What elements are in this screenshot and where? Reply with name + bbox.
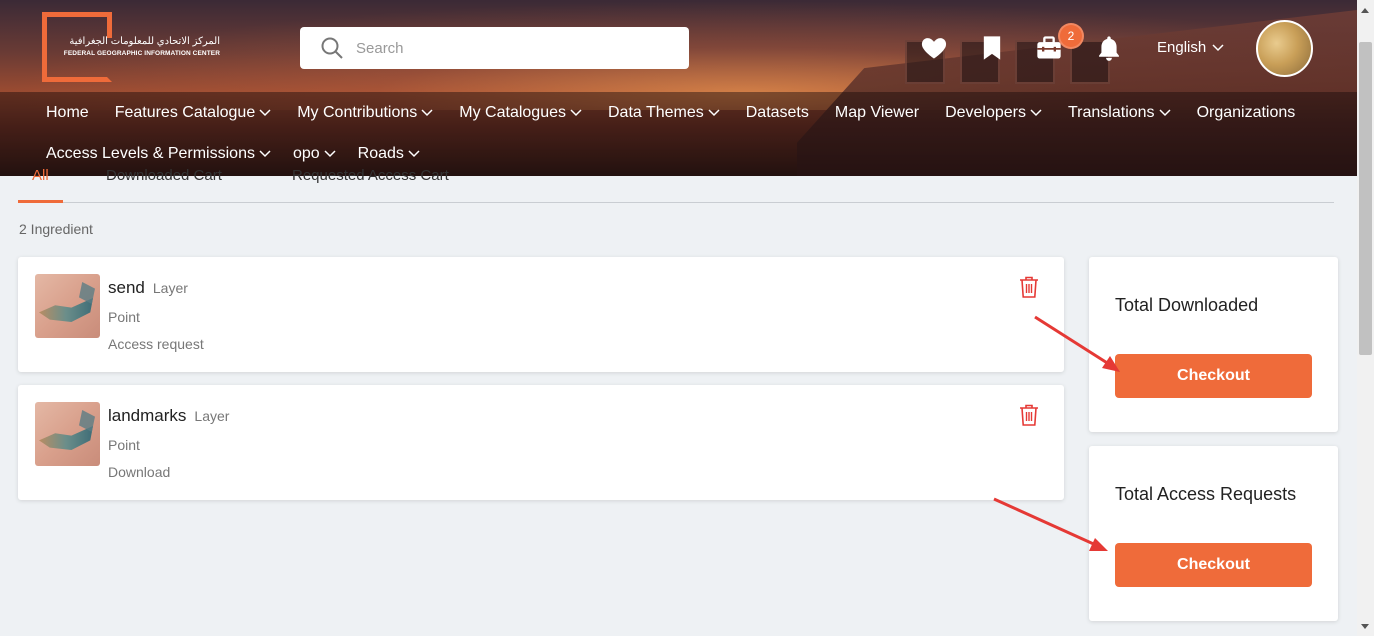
bell-icon[interactable]	[1095, 34, 1123, 62]
cart-tabs: All Downloaded Cart Requested Access Car…	[18, 167, 1334, 203]
delete-trash-icon[interactable]	[1018, 275, 1040, 299]
checkout-access-button[interactable]: Checkout	[1115, 543, 1312, 587]
nav-features-catalogue[interactable]: Features Catalogue	[115, 104, 272, 122]
checkout-downloaded-button[interactable]: Checkout	[1115, 354, 1312, 398]
item-request-type: Access request	[108, 336, 204, 352]
annotation-arrow-icon	[1034, 315, 1120, 372]
user-avatar[interactable]	[1256, 20, 1313, 77]
nav-label: Home	[46, 104, 89, 121]
tab-all[interactable]: All	[32, 167, 49, 184]
nav-opo[interactable]: opo	[293, 145, 336, 163]
total-downloaded-title: Total Downloaded	[1115, 295, 1259, 315]
active-tab-indicator	[18, 200, 63, 203]
nav-my-contributions[interactable]: My Contributions	[297, 104, 433, 122]
item-type: Layer	[194, 408, 230, 424]
nav-datasets[interactable]: Datasets	[746, 104, 809, 122]
item-title: landmarks Layer	[108, 406, 229, 426]
nav-label: Features Catalogue	[114, 104, 256, 121]
main-nav-row-1: Home Features Catalogue My Contributions…	[46, 104, 1321, 122]
chevron-down-icon	[1159, 109, 1171, 117]
nav-organizations[interactable]: Organizations	[1197, 104, 1296, 122]
logo-english-text: FEDERAL GEOGRAPHIC INFORMATION CENTER	[63, 50, 220, 57]
chevron-down-icon	[421, 109, 433, 117]
nav-translations[interactable]: Translations	[1068, 104, 1171, 122]
nav-label: My Contributions	[297, 104, 418, 121]
total-downloaded-panel: Total Downloaded Checkout	[1089, 257, 1338, 432]
nav-home[interactable]: Home	[46, 104, 89, 122]
delete-trash-icon[interactable]	[1018, 403, 1040, 427]
nav-label: Roads	[357, 145, 404, 162]
search-input[interactable]	[356, 39, 656, 57]
search-icon	[321, 37, 343, 59]
total-access-requests-panel: Total Access Requests Checkout	[1089, 446, 1338, 621]
ingredient-count: 2 Ingredient	[19, 221, 93, 237]
language-label: English	[1157, 39, 1207, 56]
nav-my-catalogues[interactable]: My Catalogues	[459, 104, 582, 122]
nav-map-viewer[interactable]: Map Viewer	[835, 104, 919, 122]
site-logo[interactable]: المركز الاتحادي للمعلومات الجغرافية FEDE…	[42, 12, 220, 82]
item-geometry: Point	[108, 309, 140, 325]
nav-developers[interactable]: Developers	[945, 104, 1042, 122]
heart-icon[interactable]	[920, 34, 948, 62]
nav-roads[interactable]: Roads	[358, 145, 420, 163]
cart-item-card: landmarks Layer Point Download	[18, 385, 1064, 500]
nav-access-levels[interactable]: Access Levels & Permissions	[46, 145, 271, 163]
tab-requested-access-cart[interactable]: Requested Access Cart	[292, 167, 449, 184]
nav-label: opo	[292, 145, 320, 162]
annotation-arrow-icon	[993, 497, 1108, 551]
chevron-down-icon	[259, 150, 271, 158]
nav-label: Datasets	[745, 104, 809, 121]
nav-data-themes[interactable]: Data Themes	[608, 104, 720, 122]
item-name[interactable]: landmarks	[108, 406, 186, 425]
item-geometry: Point	[108, 437, 140, 453]
nav-label: My Catalogues	[459, 104, 566, 121]
logo-bracket-corner-icon	[84, 12, 112, 38]
tab-downloaded-cart[interactable]: Downloaded Cart	[106, 167, 222, 184]
nav-label: Data Themes	[607, 104, 704, 121]
main-nav-row-2: Access Levels & Permissions opo Roads	[46, 145, 446, 163]
nav-label: Developers	[945, 104, 1026, 121]
nav-label: Access Levels & Permissions	[46, 145, 255, 162]
cart-count-badge: 2	[1058, 23, 1084, 49]
scroll-down-icon[interactable]	[1361, 624, 1369, 629]
layer-thumbnail	[35, 402, 100, 466]
chevron-down-icon	[408, 150, 420, 158]
chevron-down-icon	[324, 150, 336, 158]
nav-label: Map Viewer	[834, 104, 920, 121]
chevron-down-icon	[570, 109, 582, 117]
item-name[interactable]: send	[108, 278, 145, 297]
cart-item-card: send Layer Point Access request	[18, 257, 1064, 372]
nav-label: Organizations	[1196, 104, 1296, 121]
language-selector[interactable]: English	[1157, 39, 1224, 56]
total-access-requests-title: Total Access Requests	[1115, 484, 1297, 504]
nav-label: Translations	[1068, 104, 1155, 121]
item-title: send Layer	[108, 278, 188, 298]
scrollbar-thumb[interactable]	[1359, 42, 1372, 355]
item-request-type: Download	[108, 464, 171, 480]
search-box[interactable]	[300, 27, 689, 69]
item-type: Layer	[152, 280, 188, 296]
logo-arabic-text: المركز الاتحادي للمعلومات الجغرافية	[69, 36, 220, 47]
chevron-down-icon	[708, 109, 720, 117]
chevron-down-icon	[1030, 109, 1042, 117]
scroll-up-icon[interactable]	[1361, 8, 1369, 13]
chevron-down-icon	[1212, 43, 1224, 51]
bookmark-icon[interactable]	[978, 34, 1006, 62]
page-scrollbar[interactable]	[1357, 0, 1374, 636]
chevron-down-icon	[259, 109, 271, 117]
layer-thumbnail	[35, 274, 100, 338]
